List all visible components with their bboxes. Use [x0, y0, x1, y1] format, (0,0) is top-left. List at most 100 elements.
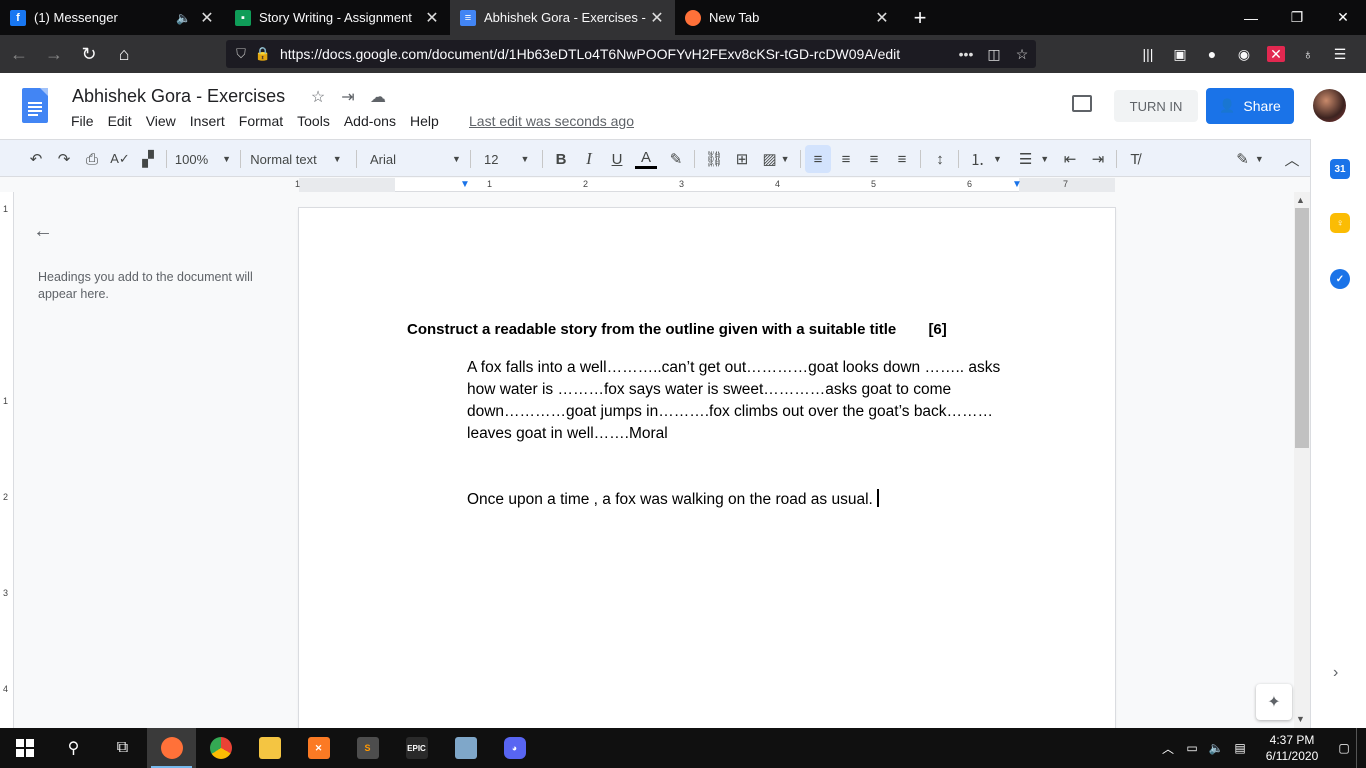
search-icon[interactable]: ⚲: [49, 728, 98, 768]
lock-icon[interactable]: 🔒: [252, 46, 274, 62]
italic-icon[interactable]: I: [580, 149, 598, 169]
scrollbar-thumb[interactable]: [1295, 208, 1309, 448]
decrease-indent-icon[interactable]: ⇤: [1060, 149, 1080, 169]
chevron-right-icon[interactable]: ›: [1333, 664, 1338, 682]
close-tab-icon[interactable]: ✕: [649, 8, 665, 28]
paint-format-icon[interactable]: ▞: [138, 149, 158, 169]
close-window-icon[interactable]: ✕: [1320, 0, 1366, 35]
forward-icon[interactable]: →: [38, 38, 70, 70]
spellcheck-icon[interactable]: A✓: [110, 149, 130, 169]
xampp-icon[interactable]: ✕: [294, 728, 343, 768]
menu-view[interactable]: View: [139, 113, 183, 129]
align-center-icon[interactable]: ≡: [836, 149, 856, 169]
url-text[interactable]: https://docs.google.com/document/d/1Hb63…: [274, 46, 952, 62]
cloud-saved-icon[interactable]: ☁: [363, 87, 393, 107]
chrome-taskbar-icon[interactable]: [196, 728, 245, 768]
sidebar-icon[interactable]: ▣: [1164, 46, 1196, 63]
story-outline[interactable]: A fox falls into a well………..can’t get ou…: [467, 357, 1027, 445]
account-icon[interactable]: ●: [1196, 46, 1228, 62]
move-folder-icon[interactable]: ⇥: [333, 87, 363, 107]
discord-icon[interactable]: ◕: [490, 728, 539, 768]
text-color-icon[interactable]: A: [635, 149, 657, 169]
chevron-up-icon[interactable]: ︿: [1282, 149, 1302, 169]
menu-edit[interactable]: Edit: [101, 113, 139, 129]
volume-icon[interactable]: 🔈: [1204, 741, 1228, 755]
clear-formatting-icon[interactable]: T̸: [1125, 149, 1145, 169]
home-icon[interactable]: ⌂: [108, 38, 140, 70]
close-tab-icon[interactable]: ✕: [874, 8, 890, 28]
new-tab-button[interactable]: +: [900, 0, 940, 35]
question-heading[interactable]: Construct a readable story from the outl…: [407, 321, 947, 338]
battery-icon[interactable]: ▭: [1180, 741, 1204, 755]
menu-format[interactable]: Format: [232, 113, 290, 129]
speaker-icon[interactable]: 🔈: [176, 11, 191, 25]
bold-icon[interactable]: B: [552, 149, 570, 169]
underline-icon[interactable]: U: [608, 149, 626, 169]
bulb-icon[interactable]: ♁: [1292, 46, 1324, 62]
vertical-ruler[interactable]: 1 1 2 3 4: [0, 192, 14, 728]
close-outline-arrow-icon[interactable]: ←: [33, 220, 53, 243]
epic-games-icon[interactable]: EPIC: [392, 728, 441, 768]
library-icon[interactable]: |||: [1132, 46, 1164, 62]
scroll-up-icon[interactable]: ▲: [1296, 195, 1305, 205]
menu-file[interactable]: File: [64, 113, 101, 129]
back-icon[interactable]: ←: [3, 38, 35, 70]
last-edit-link[interactable]: Last edit was seconds ago: [469, 113, 634, 129]
story-paragraph[interactable]: Once upon a time , a fox was walking on …: [467, 489, 879, 509]
network-icon[interactable]: ▤: [1228, 741, 1252, 755]
tab-exercises[interactable]: ≡ Abhishek Gora - Exercises - Go ✕: [450, 0, 675, 35]
font-size-select[interactable]: 12 ▼: [476, 149, 536, 169]
extension-icon[interactable]: ◉: [1228, 46, 1260, 63]
right-indent-marker-icon[interactable]: ▼: [1012, 179, 1022, 190]
paragraph-style-select[interactable]: Normal text ▼: [246, 149, 346, 169]
url-bar[interactable]: ⛉ 🔒 https://docs.google.com/document/d/1…: [226, 40, 1036, 68]
file-explorer-icon[interactable]: [245, 728, 294, 768]
menu-add-ons[interactable]: Add-ons: [337, 113, 403, 129]
notifications-icon[interactable]: ▢: [1332, 741, 1356, 755]
tasks-icon[interactable]: ✓: [1330, 269, 1350, 289]
bulleted-list-icon[interactable]: ☰ ▼: [1014, 149, 1054, 169]
menu-insert[interactable]: Insert: [183, 113, 232, 129]
explore-button[interactable]: ✦: [1256, 684, 1292, 720]
reload-icon[interactable]: ↻: [73, 38, 105, 70]
tab-new-tab[interactable]: New Tab ✕: [675, 0, 900, 35]
restore-icon[interactable]: ❐: [1274, 0, 1320, 35]
menu-icon[interactable]: ☰: [1324, 46, 1356, 63]
tab-messenger[interactable]: f (1) Messenger 🔈 ✕: [0, 0, 225, 35]
document-page[interactable]: Construct a readable story from the outl…: [299, 208, 1115, 738]
add-comment-icon[interactable]: ⊞: [732, 149, 752, 169]
minimize-icon[interactable]: —: [1228, 0, 1274, 35]
undo-icon[interactable]: ↶: [26, 149, 46, 169]
docs-logo-icon[interactable]: [22, 88, 48, 123]
share-button[interactable]: 👤 Share: [1206, 88, 1294, 124]
line-spacing-icon[interactable]: ↕: [930, 149, 950, 169]
editing-mode-icon[interactable]: ✎ ▼: [1232, 149, 1268, 169]
menu-help[interactable]: Help: [403, 113, 446, 129]
adblock-icon[interactable]: ✕: [1260, 45, 1292, 63]
document-scrollbar[interactable]: ▲ ▼: [1294, 192, 1310, 728]
close-tab-icon[interactable]: ✕: [199, 8, 215, 28]
star-icon[interactable]: ☆: [303, 87, 333, 107]
keep-icon[interactable]: ♀: [1330, 213, 1350, 233]
scroll-down-icon[interactable]: ▼: [1296, 714, 1305, 724]
photos-icon[interactable]: [441, 728, 490, 768]
comment-history-icon[interactable]: [1072, 95, 1092, 112]
document-title[interactable]: Abhishek Gora - Exercises: [72, 86, 285, 107]
redo-icon[interactable]: ↷: [54, 149, 74, 169]
increase-indent-icon[interactable]: ⇥: [1088, 149, 1108, 169]
insert-image-icon[interactable]: ▨ ▼: [760, 149, 792, 169]
show-hidden-icons-icon[interactable]: ︿: [1156, 740, 1180, 757]
calendar-icon[interactable]: 31: [1330, 159, 1350, 179]
link-icon[interactable]: ⛓: [704, 149, 724, 169]
page-actions-icon[interactable]: •••: [952, 46, 980, 62]
avatar[interactable]: [1313, 89, 1346, 122]
left-indent-marker-icon[interactable]: ▼: [460, 179, 470, 190]
highlight-icon[interactable]: ✎: [666, 149, 686, 169]
clock[interactable]: 4:37 PM 6/11/2020: [1252, 732, 1332, 764]
pocket-icon[interactable]: ◫: [980, 46, 1008, 63]
numbered-list-icon[interactable]: ⒈ ▼: [966, 149, 1006, 169]
font-select[interactable]: Arial ▼: [362, 149, 462, 169]
windows-start-icon[interactable]: [0, 728, 49, 768]
bookmark-star-icon[interactable]: ☆: [1008, 46, 1036, 63]
menu-tools[interactable]: Tools: [290, 113, 337, 129]
